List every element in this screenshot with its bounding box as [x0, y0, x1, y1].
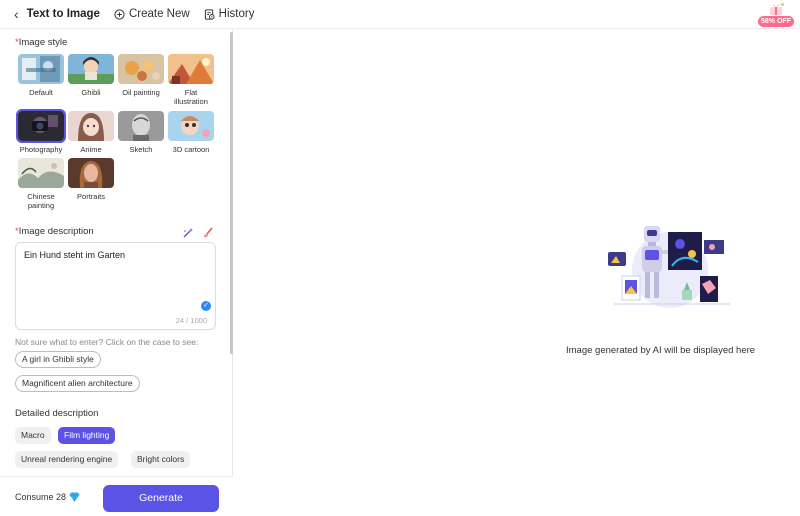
example-hint: Not sure what to enter? Click on the cas…: [15, 337, 199, 347]
style-label: Photography: [19, 145, 63, 154]
gift-icon: [770, 3, 784, 15]
style-thumbnail: [118, 54, 164, 84]
brush-icon[interactable]: [202, 227, 214, 239]
style-label: Chinese painting: [27, 192, 55, 210]
style-thumbnail: [18, 54, 64, 84]
style-option-ghibli[interactable]: Ghibli: [68, 54, 114, 97]
style-label: 3D cartoon: [172, 145, 210, 154]
create-new-button[interactable]: Create New: [114, 8, 190, 20]
style-label: Oil painting: [122, 88, 160, 97]
image-description-heading: *Image description: [15, 226, 94, 237]
style-thumbnail: [68, 111, 114, 141]
page-title: Text to Image: [26, 8, 100, 20]
detail-chip-bright-colors[interactable]: Bright colors: [131, 451, 191, 468]
detail-chip-film-lighting[interactable]: Film lighting: [58, 427, 116, 444]
robot-painter-illustration: [608, 226, 730, 308]
preview-placeholder-message: Image generated by AI will be displayed …: [566, 345, 756, 356]
style-label: Sketch: [129, 145, 153, 154]
magic-wand-icon[interactable]: [182, 227, 194, 239]
style-option-sketch[interactable]: Sketch: [118, 111, 164, 154]
detail-chip-unreal-engine[interactable]: Unreal rendering engine: [15, 451, 119, 468]
style-option-default[interactable]: Default: [18, 54, 64, 97]
promo-badge[interactable]: 58% OFF: [758, 2, 794, 28]
detailed-description-heading: Detailed description: [15, 408, 99, 419]
generate-button[interactable]: Generate: [103, 485, 219, 512]
style-thumbnail: [168, 111, 214, 141]
style-option-photography[interactable]: Photography: [16, 109, 66, 154]
style-option-oil-painting[interactable]: Oil painting: [118, 54, 164, 97]
style-label: Portraits: [77, 192, 105, 201]
credit-cost: Consume 28: [15, 492, 80, 502]
style-option-3d-cartoon[interactable]: 3D cartoon: [168, 111, 214, 154]
example-chip-ghibli-girl[interactable]: A girl in Ghibli style: [15, 351, 101, 368]
style-thumbnail: [68, 158, 114, 188]
image-style-heading: *Image style: [15, 37, 68, 48]
style-thumbnail: [118, 111, 164, 141]
detail-chip-macro[interactable]: Macro: [15, 427, 51, 444]
back-chevron-icon: ‹: [14, 6, 19, 22]
style-option-flat-illustration[interactable]: Flat illustration: [168, 54, 214, 106]
promo-discount-label: 58% OFF: [758, 16, 794, 27]
top-bar: ‹ Text to Image Create New History 58% O…: [0, 0, 800, 29]
style-option-anime[interactable]: Anime: [68, 111, 114, 154]
example-chip-alien-architecture[interactable]: Magnificent alien architecture: [15, 375, 140, 392]
plus-circle-icon: [114, 8, 125, 20]
check-icon: ✓: [201, 301, 211, 311]
description-tools: [182, 227, 214, 239]
style-option-portraits[interactable]: Portraits: [68, 158, 114, 201]
sidebar-scrollbar[interactable]: [230, 32, 233, 354]
character-count: 24 / 1000: [175, 316, 207, 325]
back-button[interactable]: ‹ Text to Image: [14, 7, 100, 21]
style-thumbnail: [68, 54, 114, 84]
description-textarea[interactable]: Ein Hund steht im Garten ✓ 24 / 1000: [15, 242, 216, 330]
style-label: Flat illustration: [174, 88, 208, 106]
create-new-label: Create New: [128, 8, 190, 20]
style-label: Anime: [80, 145, 102, 154]
style-label: Ghibli: [81, 88, 101, 97]
style-option-chinese-painting[interactable]: Chinese painting: [18, 158, 64, 210]
style-label: Default: [29, 88, 53, 97]
consume-label: Consume 28: [15, 492, 67, 502]
history-icon: [204, 8, 215, 20]
diamond-icon: [69, 492, 80, 502]
style-thumbnail: [18, 158, 64, 188]
description-value: Ein Hund steht im Garten: [24, 250, 126, 260]
style-thumbnail: [168, 54, 214, 84]
history-label: History: [218, 8, 255, 20]
style-thumbnail: [16, 109, 66, 143]
history-button[interactable]: History: [204, 8, 255, 20]
